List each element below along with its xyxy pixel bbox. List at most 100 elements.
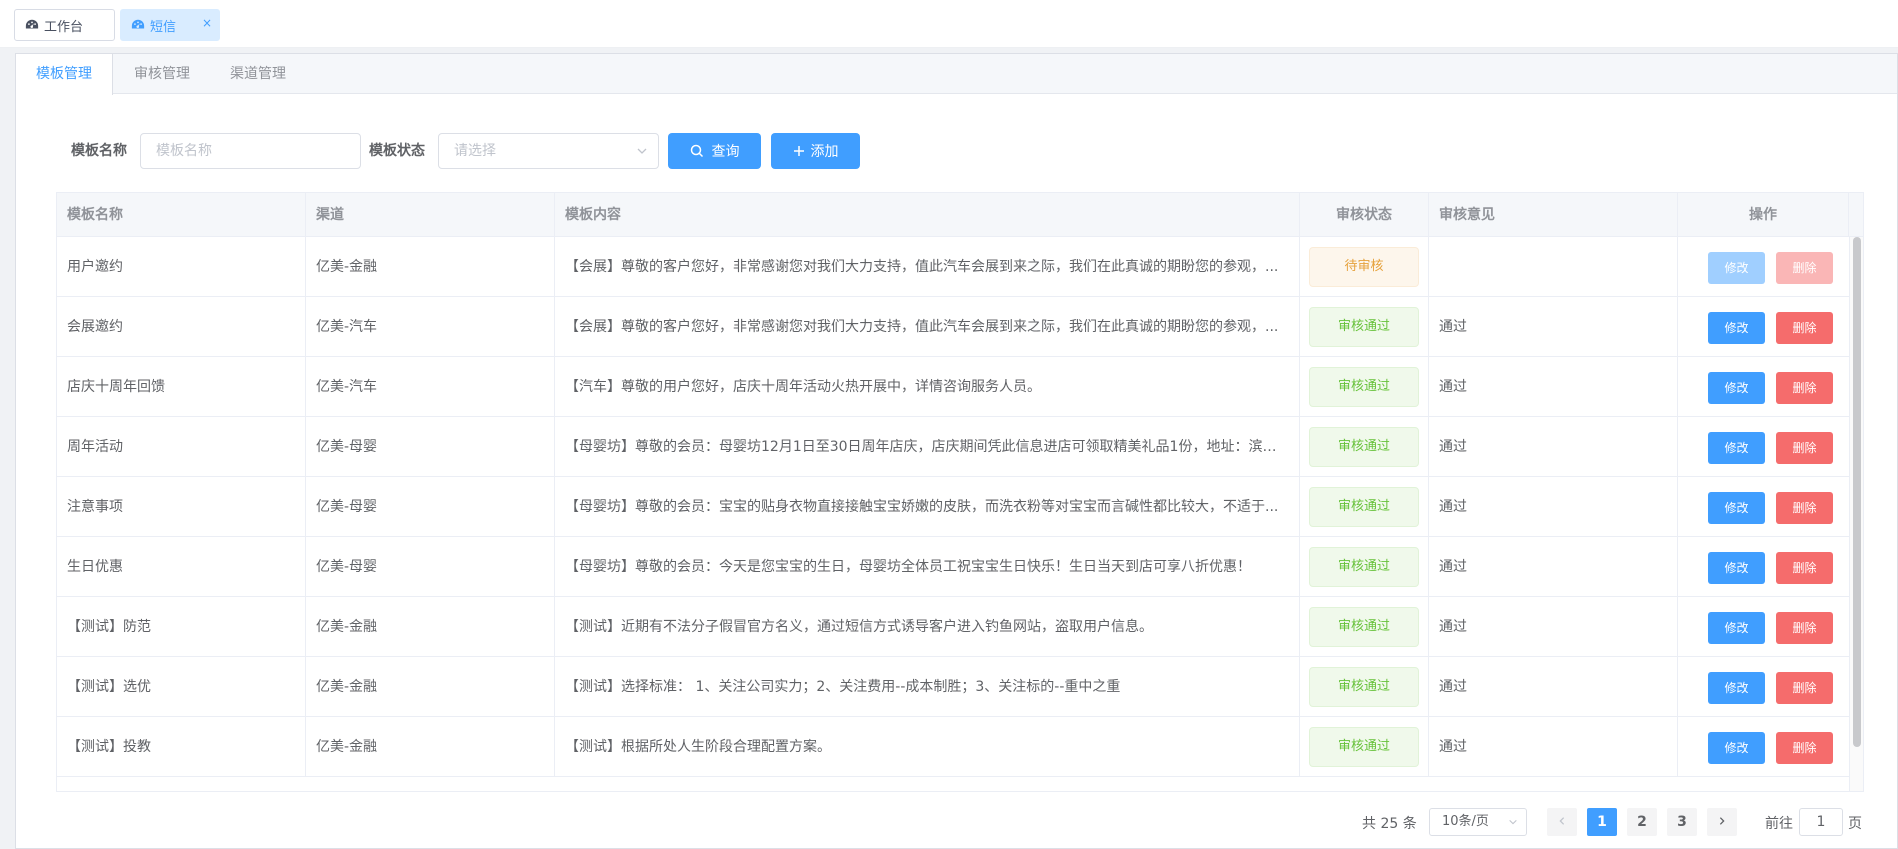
cell-opinion: 通过 [1429,717,1678,777]
cell-content: 【母婴坊】尊敬的会员：宝宝的贴身衣物直接接触宝宝娇嫩的皮肤，而洗衣粉等对宝宝而言… [555,477,1300,537]
cell-opinion: 通过 [1429,417,1678,477]
template-status-label: 模板状态 [369,143,425,159]
delete-button[interactable]: 删除 [1776,552,1833,584]
cell-content: 【母婴坊】尊敬的会员：今天是您宝宝的生日，母婴坊全体员工祝宝宝生日快乐！生日当天… [555,537,1300,597]
cell-actions: 修改 删除 [1678,537,1849,597]
tab-review-management[interactable]: 审核管理 [114,54,210,94]
cell-channel: 亿美-金融 [306,717,555,777]
tag-workbench[interactable]: 工作台 [14,9,115,41]
cell-channel: 亿美-金融 [306,237,555,297]
cell-status: 审核通过 [1300,717,1429,777]
delete-button[interactable]: 删除 [1776,432,1833,464]
edit-button: 修改 [1708,252,1765,284]
cell-content: 【测试】根据所处人生阶段合理配置方案。 [555,717,1300,777]
edit-button[interactable]: 修改 [1708,732,1765,764]
cell-channel: 亿美-汽车 [306,297,555,357]
cell-content: 【汽车】尊敬的用户您好，店庆十周年活动火热开展中，详情咨询服务人员。 [555,357,1300,417]
query-button[interactable]: 查询 [668,133,761,169]
dashboard-icon [131,19,145,29]
status-badge: 审核通过 [1309,487,1419,527]
cell-opinion [1429,237,1678,297]
close-icon[interactable]: × [202,16,212,30]
edit-button[interactable]: 修改 [1708,372,1765,404]
col-channel: 渠道 [306,193,555,237]
edit-button[interactable]: 修改 [1708,312,1765,344]
col-status: 审核状态 [1300,193,1429,237]
cell-status: 审核通过 [1300,477,1429,537]
edit-button[interactable]: 修改 [1708,612,1765,644]
next-page-button[interactable] [1707,808,1737,836]
delete-button[interactable]: 删除 [1776,672,1833,704]
cell-actions: 修改 删除 [1678,657,1849,717]
col-content: 模板内容 [555,193,1300,237]
select-placeholder: 请选择 [454,143,496,159]
cell-template-name: 【测试】防范 [57,597,306,657]
table-row: 【测试】选优 亿美-金融 【测试】选择标准： 1、关注公司实力；2、关注费用--成本… [57,657,1849,717]
template-name-label: 模板名称 [71,143,127,159]
table-row: 周年活动 亿美-母婴 【母婴坊】尊敬的会员：母婴坊12月1日至30日周年店庆，店庆期… [57,417,1849,477]
status-badge: 审核通过 [1309,727,1419,767]
cell-opinion: 通过 [1429,537,1678,597]
status-badge: 审核通过 [1309,367,1419,407]
edit-button[interactable]: 修改 [1708,492,1765,524]
table-row: 【测试】投教 亿美-金融 【测试】根据所处人生阶段合理配置方案。 通过 审核通过 修改 删除 [57,717,1849,777]
scrollbar-thumb[interactable] [1853,237,1861,747]
cell-status: 审核通过 [1300,537,1429,597]
goto-prefix: 前往 [1765,816,1793,832]
delete-button[interactable]: 删除 [1776,732,1833,764]
table-row: 注意事项 亿美-母婴 【母婴坊】尊敬的会员：宝宝的贴身衣物直接接触宝宝娇嫩的皮肤，而… [57,477,1849,537]
page-number-button[interactable]: 2 [1627,808,1657,836]
cell-actions: 修改 删除 [1678,237,1849,297]
cell-content: 【测试】选择标准： 1、关注公司实力；2、关注费用--成本制胜；3、关注标的--… [555,657,1300,717]
cell-template-name: 【测试】投教 [57,717,306,777]
cell-template-name: 会展邀约 [57,297,306,357]
cell-opinion: 通过 [1429,297,1678,357]
cell-opinion: 通过 [1429,597,1678,657]
template-table: 模板名称 渠道 模板内容 审核状态 审核意见 操作 用户邀约 亿美-金融 【会展】尊… [56,192,1864,792]
cell-status: 审核通过 [1300,657,1429,717]
cell-template-name: 用户邀约 [57,237,306,297]
cell-status: 审核通过 [1300,357,1429,417]
cell-template-name: 【测试】选优 [57,657,306,717]
tag-sms[interactable]: 短信 × [120,9,220,41]
cell-status: 审核通过 [1300,597,1429,657]
col-template-name: 模板名称 [57,193,306,237]
cell-channel: 亿美-母婴 [306,417,555,477]
tab-header: 模板管理 审核管理 渠道管理 [16,54,1897,95]
cell-channel: 亿美-母婴 [306,537,555,597]
edit-button[interactable]: 修改 [1708,432,1765,464]
template-status-select[interactable]: 请选择 [438,133,659,169]
cell-status: 审核通过 [1300,417,1429,477]
delete-button[interactable]: 删除 [1776,492,1833,524]
template-name-input[interactable]: 模板名称 [140,133,361,169]
cell-status: 审核通过 [1300,297,1429,357]
edit-button[interactable]: 修改 [1708,552,1765,584]
status-badge: 待审核 [1309,247,1419,287]
cell-actions: 修改 删除 [1678,597,1849,657]
cell-channel: 亿美-金融 [306,597,555,657]
goto-suffix: 页 [1848,816,1862,832]
add-button[interactable]: 添加 [771,133,860,169]
table-row: 【测试】防范 亿美-金融 【测试】近期有不法分子假冒官方名义，通过短信方式诱导客户进… [57,597,1849,657]
edit-button[interactable]: 修改 [1708,672,1765,704]
cell-channel: 亿美-母婴 [306,477,555,537]
delete-button[interactable]: 删除 [1776,372,1833,404]
status-badge: 审核通过 [1309,607,1419,647]
delete-button[interactable]: 删除 [1776,612,1833,644]
table-scrollbar[interactable] [1849,237,1863,791]
prev-page-button[interactable] [1547,808,1577,836]
cell-channel: 亿美-汽车 [306,357,555,417]
page-number-button[interactable]: 3 [1667,808,1697,836]
status-badge: 审核通过 [1309,667,1419,707]
cell-actions: 修改 删除 [1678,417,1849,477]
tab-template-management[interactable]: 模板管理 [16,54,113,95]
table-row: 店庆十周年回馈 亿美-汽车 【汽车】尊敬的用户您好，店庆十周年活动火热开展中，详情咨… [57,357,1849,417]
tab-channel-management[interactable]: 渠道管理 [210,54,306,94]
goto-page-input[interactable]: 1 [1799,808,1843,836]
delete-button[interactable]: 删除 [1776,312,1833,344]
plus-icon [793,146,804,156]
status-badge: 审核通过 [1309,427,1419,467]
page-size-select[interactable]: 10条/页 [1429,808,1527,836]
page-number-button[interactable]: 1 [1587,808,1617,836]
cell-actions: 修改 删除 [1678,357,1849,417]
